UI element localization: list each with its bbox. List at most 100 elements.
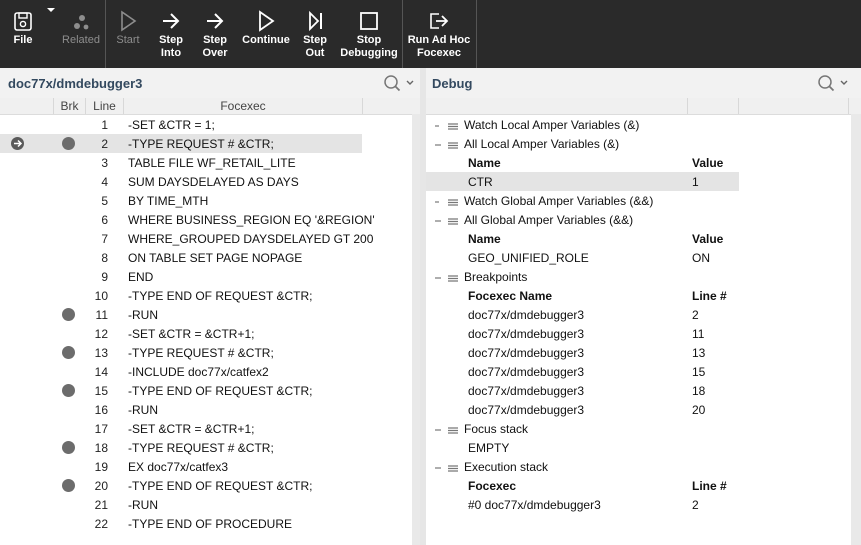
col-line[interactable]: Line [86,98,124,114]
tree-group[interactable]: Watch Global Amper Variables (&&) [426,191,861,210]
tree-group[interactable]: Focus stack [426,419,861,438]
search-button[interactable] [816,74,854,92]
debug-col-2[interactable] [688,98,739,114]
breakpoint-icon[interactable] [62,441,75,454]
breakpoint-icon[interactable] [62,308,75,321]
play-outline-icon [110,0,146,32]
code-line[interactable]: 6 WHERE BUSINESS_REGION EQ '&REGION' [0,210,374,229]
column-name: Name [468,156,501,170]
column-value: Value [692,156,724,170]
toolbar-separator [402,0,403,68]
tree-item[interactable]: doc77x/dmdebugger3 15 [426,362,861,381]
related-button[interactable]: Related [60,0,102,68]
line-number: 16 [94,403,108,417]
code-line[interactable]: 5 BY TIME_MTH [0,191,362,210]
tree-item[interactable]: #0 doc77x/dmdebugger3 2 [426,495,861,514]
line-number: 19 [94,460,108,474]
code-text: -TYPE END OF REQUEST &CTR; [128,289,313,303]
tree-group[interactable]: Watch Local Amper Variables (&) [426,115,861,134]
vertical-scrollbar[interactable] [851,114,861,545]
line-number: 20 [94,479,108,493]
tree-subheader: Focexec Name Line # [426,286,861,305]
code-text: -RUN [128,403,158,417]
toolbar: File Related Start Step Into Step Over C… [0,0,861,68]
item-value: 13 [692,346,706,360]
tree-group[interactable]: Breakpoints [426,267,861,286]
code-line[interactable]: 20 -TYPE END OF REQUEST &CTR; [0,476,362,495]
toolbar-separator [476,0,477,68]
breakpoint-icon[interactable] [62,479,75,492]
continue-button[interactable]: Continue [240,0,292,68]
tree-item[interactable]: doc77x/dmdebugger3 20 [426,400,861,419]
breakpoint-icon[interactable] [62,137,75,150]
code-line[interactable]: 7 WHERE_GROUPED DAYSDELAYED GT 200 [0,229,373,248]
tree-item[interactable]: GEO_UNIFIED_ROLE ON [426,248,861,267]
continue-label: Continue [242,34,290,46]
code-line[interactable]: 4 SUM DAYSDELAYED AS DAYS [0,172,362,191]
col-brk[interactable]: Brk [54,98,86,114]
code-line[interactable]: 10 -TYPE END OF REQUEST &CTR; [0,286,362,305]
collapsed-group-icon[interactable] [434,196,462,210]
debug-column-header [426,98,861,115]
breakpoint-icon[interactable] [62,346,75,359]
tree-item[interactable]: doc77x/dmdebugger3 18 [426,381,861,400]
tree-group[interactable]: All Global Amper Variables (&&) [426,210,861,229]
file-button[interactable]: File [4,0,42,68]
run-export-icon [406,0,472,32]
code-line[interactable]: 22 -TYPE END OF PROCEDURE [0,514,362,533]
tree-item[interactable]: doc77x/dmdebugger3 13 [426,343,861,362]
code-line[interactable]: 12 -SET &CTR = &CTR+1; [0,324,362,343]
stop-debugging-button[interactable]: Stop Debugging [338,0,400,68]
code-line[interactable]: 19 EX doc77x/catfex3 [0,457,362,476]
item-name: doc77x/dmdebugger3 [468,403,585,417]
expanded-group-icon[interactable] [434,139,462,153]
code-line[interactable]: 16 -RUN [0,400,362,419]
vertical-scrollbar[interactable] [412,114,420,545]
code-text: WHERE_GROUPED DAYSDELAYED GT 200 [128,232,374,246]
start-button[interactable]: Start [110,0,146,68]
step-out-button[interactable]: Step Out [298,0,332,68]
code-line[interactable]: 15 -TYPE END OF REQUEST &CTR; [0,381,362,400]
debug-col-1[interactable] [426,98,688,114]
column-value: Value [692,232,724,246]
debug-col-3[interactable] [739,98,849,114]
expanded-group-icon[interactable] [434,272,462,286]
item-value: 15 [692,365,706,379]
run-adhoc-button[interactable]: Run Ad Hoc Focexec [406,0,472,68]
step-out-label: Step Out [303,34,327,59]
code-line[interactable]: 18 -TYPE REQUEST # &CTR; [0,438,362,457]
step-over-button[interactable]: Step Over [196,0,234,68]
tree-group-label: All Global Amper Variables (&&) [464,213,634,227]
search-button[interactable] [382,74,420,92]
code-line[interactable]: 21 -RUN [0,495,362,514]
code-line[interactable]: 11 -RUN [0,305,362,324]
tree-item[interactable]: doc77x/dmdebugger3 11 [426,324,861,343]
tree-group[interactable]: All Local Amper Variables (&) [426,134,861,153]
col-focexec[interactable]: Focexec [124,98,363,114]
step-into-button[interactable]: Step Into [152,0,190,68]
tree-item[interactable]: CTR 1 [426,172,739,191]
code-line[interactable]: 3 TABLE FILE WF_RETAIL_LITE [0,153,362,172]
code-line[interactable]: 14 -INCLUDE doc77x/catfex2 [0,362,362,381]
col-arrow [0,98,54,114]
tree-item[interactable]: doc77x/dmdebugger3 2 [426,305,861,324]
code-line[interactable]: 8 ON TABLE SET PAGE NOPAGE [0,248,362,267]
tree-item[interactable]: EMPTY [426,438,861,457]
code-line[interactable]: 9 END [0,267,362,286]
expanded-group-icon[interactable] [434,215,462,229]
breakpoint-icon[interactable] [62,384,75,397]
item-value: 20 [692,403,706,417]
save-icon [4,0,42,32]
code-text: ON TABLE SET PAGE NOPAGE [128,251,303,265]
current-line-arrow-icon [11,137,24,150]
tree-group[interactable]: Execution stack [426,457,861,476]
file-dropdown-button[interactable] [44,0,58,68]
code-line[interactable]: 1 -SET &CTR = 1; [0,115,362,134]
code-line[interactable]: 13 -TYPE REQUEST # &CTR; [0,343,362,362]
expanded-group-icon[interactable] [434,424,462,438]
code-line[interactable]: 17 -SET &CTR = &CTR+1; [0,419,362,438]
code-line[interactable]: 2 -TYPE REQUEST # &CTR; [0,134,362,153]
expanded-group-icon[interactable] [434,462,462,476]
collapsed-group-icon[interactable] [434,120,462,134]
caret-down-icon [44,0,58,20]
